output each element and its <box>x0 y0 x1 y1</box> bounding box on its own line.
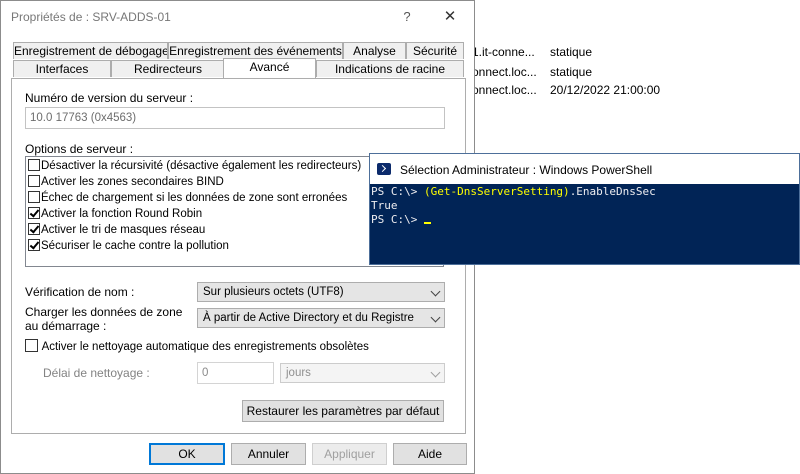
apply-button[interactable]: Appliquer <box>312 443 387 465</box>
record-type: statique <box>550 65 593 79</box>
powershell-window[interactable]: Sélection Administrateur : Windows Power… <box>369 153 800 265</box>
checkbox-icon[interactable] <box>28 191 40 203</box>
console-prompt: PS C:\> <box>371 185 424 198</box>
powershell-title: Sélection Administrateur : Windows Power… <box>400 163 653 177</box>
name-checking-label: Vérification de nom : <box>25 285 135 299</box>
checkbox-checked-icon[interactable] <box>28 223 40 235</box>
powershell-icon <box>377 163 391 175</box>
version-label: Numéro de version du serveur : <box>25 91 194 105</box>
ok-button[interactable]: OK <box>149 443 225 465</box>
option-round-robin[interactable]: Activer la fonction Round Robin <box>28 207 202 223</box>
powershell-titlebar[interactable]: Sélection Administrateur : Windows Power… <box>370 154 799 184</box>
name-checking-select[interactable]: Sur plusieurs octets (UTF8) <box>197 282 445 302</box>
tab-advanced[interactable]: Avancé <box>223 58 316 78</box>
console-command: (Get-DnsServerSetting) <box>423 185 570 198</box>
checkbox-checked-icon[interactable] <box>28 239 40 251</box>
cursor-icon <box>423 222 431 224</box>
help-icon[interactable]: ? <box>397 7 417 27</box>
checkbox-icon[interactable] <box>28 175 40 187</box>
option-netmask-ordering[interactable]: Activer le tri de masques réseau <box>28 223 205 239</box>
scavenging-checkbox-row[interactable]: Activer le nettoyage automatique des enr… <box>25 339 369 355</box>
cancel-button[interactable]: Annuler <box>231 443 306 465</box>
scavenging-unit-select[interactable]: jours <box>280 363 445 383</box>
option-bind-secondaries[interactable]: Activer les zones secondaires BIND <box>28 175 224 191</box>
server-options-label: Options de serveur : <box>25 142 134 156</box>
version-field: 10.0 17763 (0x4563) <box>25 107 445 129</box>
console-prompt-line: PS C:\> <box>371 213 431 227</box>
tab-monitoring[interactable]: Analyse <box>343 42 406 59</box>
checkbox-checked-icon[interactable] <box>28 207 40 219</box>
option-disable-recursion[interactable]: Désactiver la récursivité (désactive éga… <box>28 159 361 175</box>
load-zone-label: Charger les données de zone <box>25 305 183 319</box>
scavenging-delay-field[interactable]: 0 <box>197 362 274 384</box>
tab-security[interactable]: Sécurité <box>406 42 464 59</box>
option-fail-on-load[interactable]: Échec de chargement si les données de zo… <box>28 191 347 207</box>
console-command-suffix: .EnableDnsSec <box>569 185 656 198</box>
dialog-title: Propriétés de : SRV-ADDS-01 <box>11 10 171 24</box>
tab-event-logging[interactable]: Enregistrement des événements <box>168 42 343 59</box>
chevron-down-icon <box>430 286 441 297</box>
chevron-down-icon <box>430 367 441 378</box>
load-zone-label-line2: au démarrage : <box>25 319 107 333</box>
checkbox-icon[interactable] <box>25 339 38 352</box>
powershell-console[interactable]: PS C:\> (Get-DnsServerSetting).EnableDns… <box>370 184 799 264</box>
record-name: onnect.loc... <box>472 65 537 79</box>
tab-root-hints[interactable]: Indications de racine <box>316 60 464 77</box>
tab-debug-logging[interactable]: Enregistrement de débogage <box>13 42 168 59</box>
record-name: 1.it-conne... <box>472 45 535 59</box>
console-command-line: PS C:\> (Get-DnsServerSetting).EnableDns… <box>371 185 656 199</box>
record-type: statique <box>550 45 593 59</box>
close-icon[interactable]: ✕ <box>437 7 463 27</box>
load-zone-select[interactable]: À partir de Active Directory et du Regis… <box>197 308 445 328</box>
help-button[interactable]: Aide <box>393 443 467 465</box>
restore-defaults-button[interactable]: Restaurer les paramètres par défaut <box>242 400 444 422</box>
record-timestamp: 20/12/2022 21:00:00 <box>550 83 661 97</box>
chevron-down-icon <box>430 312 441 323</box>
tab-interfaces[interactable]: Interfaces <box>13 60 111 77</box>
option-secure-cache[interactable]: Sécuriser le cache contre la pollution <box>28 239 229 255</box>
console-output: True <box>371 199 398 212</box>
dialog-titlebar[interactable]: Propriétés de : SRV-ADDS-01 ? ✕ <box>1 1 474 33</box>
checkbox-icon[interactable] <box>28 159 40 171</box>
scavenging-delay-label: Délai de nettoyage : <box>43 366 150 380</box>
tab-forwarders[interactable]: Redirecteurs <box>111 60 225 77</box>
console-prompt: PS C:\> <box>371 213 424 226</box>
record-name: onnect.loc... <box>472 83 537 97</box>
